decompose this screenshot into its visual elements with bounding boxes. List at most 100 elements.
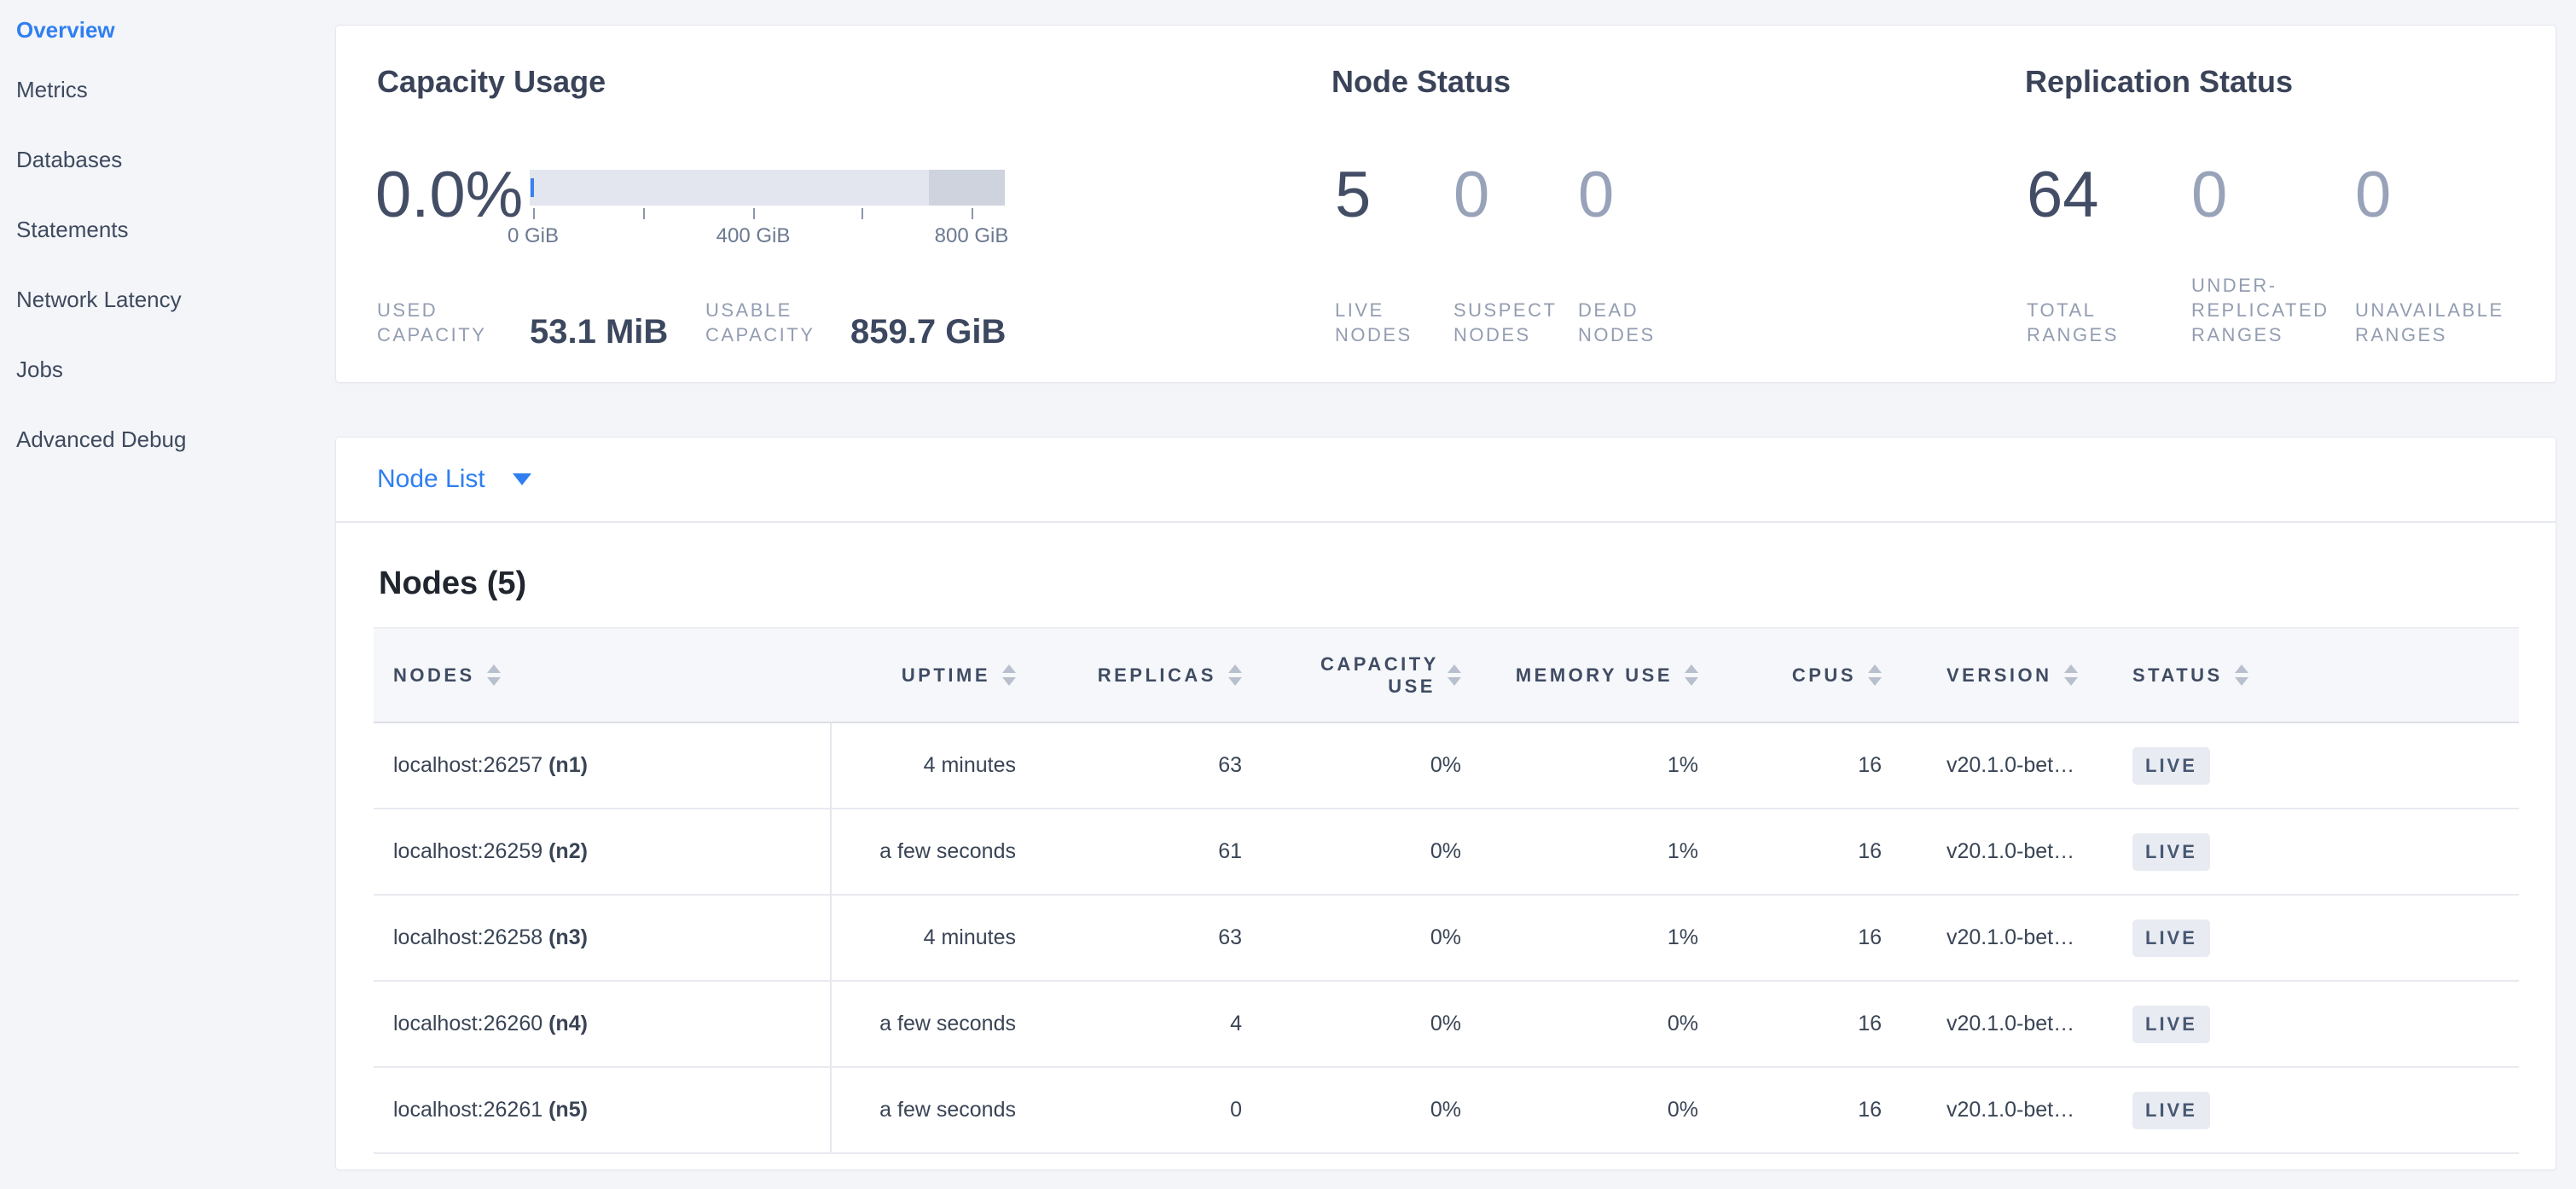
status-badge: LIVE	[2132, 833, 2210, 871]
unavailable-label: UNAVAILABLE RANGES	[2355, 298, 2538, 347]
suspect-nodes-label: SUSPECT NODES	[1453, 298, 1564, 347]
dead-nodes-count: 0	[1578, 162, 1614, 229]
sidebar-item-network-latency[interactable]: Network Latency	[0, 264, 335, 334]
uptime-cell: a few seconds	[831, 809, 1033, 895]
capacity-use-cell: 0%	[1259, 1067, 1478, 1153]
nodes-card: Node List Nodes (5) NODES UPTIME REPLICA…	[335, 437, 2556, 1170]
version-cell: v20.1.0-bet…	[1899, 895, 2132, 981]
replicas-cell: 4	[1033, 981, 1259, 1067]
status-badge: LIVE	[2132, 747, 2210, 785]
status-badge: LIVE	[2132, 1092, 2210, 1129]
node-list-dropdown[interactable]: Node List	[377, 465, 531, 494]
sidebar-item-advanced-debug[interactable]: Advanced Debug	[0, 404, 335, 474]
column-header-capacity-use: CAPACITY USE	[1320, 653, 1436, 698]
column-header-status: STATUS	[2132, 664, 2223, 687]
replicas-cell: 0	[1033, 1067, 1259, 1153]
table-row[interactable]: localhost:26259 (n2) a few seconds 61 0%…	[374, 809, 2519, 895]
cpus-cell: 16	[1715, 809, 1899, 895]
cpus-cell: 16	[1715, 722, 1899, 809]
version-cell: v20.1.0-bet…	[1899, 809, 2132, 895]
cpus-cell: 16	[1715, 895, 1899, 981]
node-host: localhost:26258	[393, 925, 542, 949]
live-nodes-count: 5	[1335, 162, 1371, 229]
sidebar-item-jobs[interactable]: Jobs	[0, 334, 335, 404]
suspect-nodes-count: 0	[1453, 162, 1489, 229]
replicas-cell: 63	[1033, 895, 1259, 981]
capacity-usage-title: Capacity Usage	[377, 65, 606, 99]
dead-nodes-label: DEAD NODES	[1578, 298, 1689, 347]
column-header-replicas: REPLICAS	[1098, 664, 1216, 687]
axis-tick	[753, 208, 755, 219]
column-header-version: VERSION	[1947, 664, 2052, 687]
capacity-use-cell: 0%	[1259, 722, 1478, 809]
view-selector-bar: Node List	[336, 438, 2556, 523]
live-nodes-label: LIVE NODES	[1335, 298, 1446, 347]
cluster-summary-card: Capacity Usage 0.0% 0 GiB 400 GiB 800 Gi…	[335, 25, 2556, 383]
version-cell: v20.1.0-bet…	[1899, 1067, 2132, 1153]
sidebar-item-overview[interactable]: Overview	[0, 5, 335, 55]
replication-status-title: Replication Status	[2025, 65, 2293, 99]
sidebar-item-metrics[interactable]: Metrics	[0, 55, 335, 125]
capacity-use-cell: 0%	[1259, 981, 1478, 1067]
nodes-section-title: Nodes (5)	[379, 566, 526, 602]
uptime-cell: 4 minutes	[831, 722, 1033, 809]
node-host: localhost:26260	[393, 1012, 542, 1035]
unavailable-count: 0	[2355, 162, 2391, 229]
memory-use-cell: 1%	[1478, 809, 1715, 895]
uptime-cell: a few seconds	[831, 1067, 1033, 1153]
status-badge: LIVE	[2132, 919, 2210, 957]
sort-icon[interactable]	[487, 664, 501, 686]
usable-capacity-value: 859.7 GiB	[850, 313, 1006, 351]
node-id: (n3)	[548, 925, 588, 949]
capacity-bar-used-segment	[531, 178, 534, 197]
axis-tick-label: 400 GiB	[717, 224, 791, 248]
column-header-nodes: NODES	[393, 664, 475, 687]
total-ranges-label: TOTAL RANGES	[2027, 298, 2155, 347]
memory-use-cell: 1%	[1478, 895, 1715, 981]
memory-use-cell: 0%	[1478, 981, 1715, 1067]
node-name-cell[interactable]: localhost:26258 (n3)	[374, 895, 831, 981]
sort-icon[interactable]	[1868, 664, 1882, 686]
capacity-used-percent: 0.0%	[375, 162, 523, 229]
axis-tick-label: 0 GiB	[508, 224, 559, 248]
memory-use-cell: 1%	[1478, 722, 1715, 809]
replicas-cell: 61	[1033, 809, 1259, 895]
sidebar-item-statements[interactable]: Statements	[0, 194, 335, 264]
table-row[interactable]: localhost:26261 (n5) a few seconds 0 0% …	[374, 1067, 2519, 1153]
sidebar-item-databases[interactable]: Databases	[0, 125, 335, 194]
usable-capacity-label: USABLE CAPACITY	[705, 298, 850, 347]
sort-icon[interactable]	[1448, 664, 1461, 686]
node-name-cell[interactable]: localhost:26257 (n1)	[374, 722, 831, 809]
uptime-cell: a few seconds	[831, 981, 1033, 1067]
table-row[interactable]: localhost:26260 (n4) a few seconds 4 0% …	[374, 981, 2519, 1067]
main-content: Capacity Usage 0.0% 0 GiB 400 GiB 800 Gi…	[335, 0, 2556, 1189]
node-name-cell[interactable]: localhost:26259 (n2)	[374, 809, 831, 895]
cpus-cell: 16	[1715, 1067, 1899, 1153]
sort-icon[interactable]	[2064, 664, 2078, 686]
version-cell: v20.1.0-bet…	[1899, 981, 2132, 1067]
table-row[interactable]: localhost:26258 (n3) 4 minutes 63 0% 1% …	[374, 895, 2519, 981]
total-ranges-count: 64	[2027, 162, 2099, 229]
capacity-use-cell: 0%	[1259, 809, 1478, 895]
node-status-title: Node Status	[1332, 65, 1511, 99]
status-badge: LIVE	[2132, 1006, 2210, 1043]
node-name-cell[interactable]: localhost:26261 (n5)	[374, 1067, 831, 1153]
table-row[interactable]: localhost:26257 (n1) 4 minutes 63 0% 1% …	[374, 722, 2519, 809]
sort-icon[interactable]	[1002, 664, 1016, 686]
nodes-table: NODES UPTIME REPLICAS CAPACITY USE MEMOR…	[374, 627, 2519, 1154]
replicas-cell: 63	[1033, 722, 1259, 809]
version-cell: v20.1.0-bet…	[1899, 722, 2132, 809]
sort-icon[interactable]	[2235, 664, 2248, 686]
node-name-cell[interactable]: localhost:26260 (n4)	[374, 981, 831, 1067]
axis-tick	[533, 208, 535, 219]
sort-icon[interactable]	[1685, 664, 1698, 686]
under-replicated-label: UNDER-REPLICATED RANGES	[2191, 273, 2375, 347]
node-id: (n1)	[548, 753, 588, 777]
sort-icon[interactable]	[1228, 664, 1242, 686]
node-host: localhost:26259	[393, 839, 542, 863]
node-id: (n4)	[548, 1012, 588, 1035]
node-list-dropdown-label: Node List	[377, 465, 485, 494]
uptime-cell: 4 minutes	[831, 895, 1033, 981]
axis-tick	[862, 208, 863, 219]
node-host: localhost:26261	[393, 1098, 542, 1122]
